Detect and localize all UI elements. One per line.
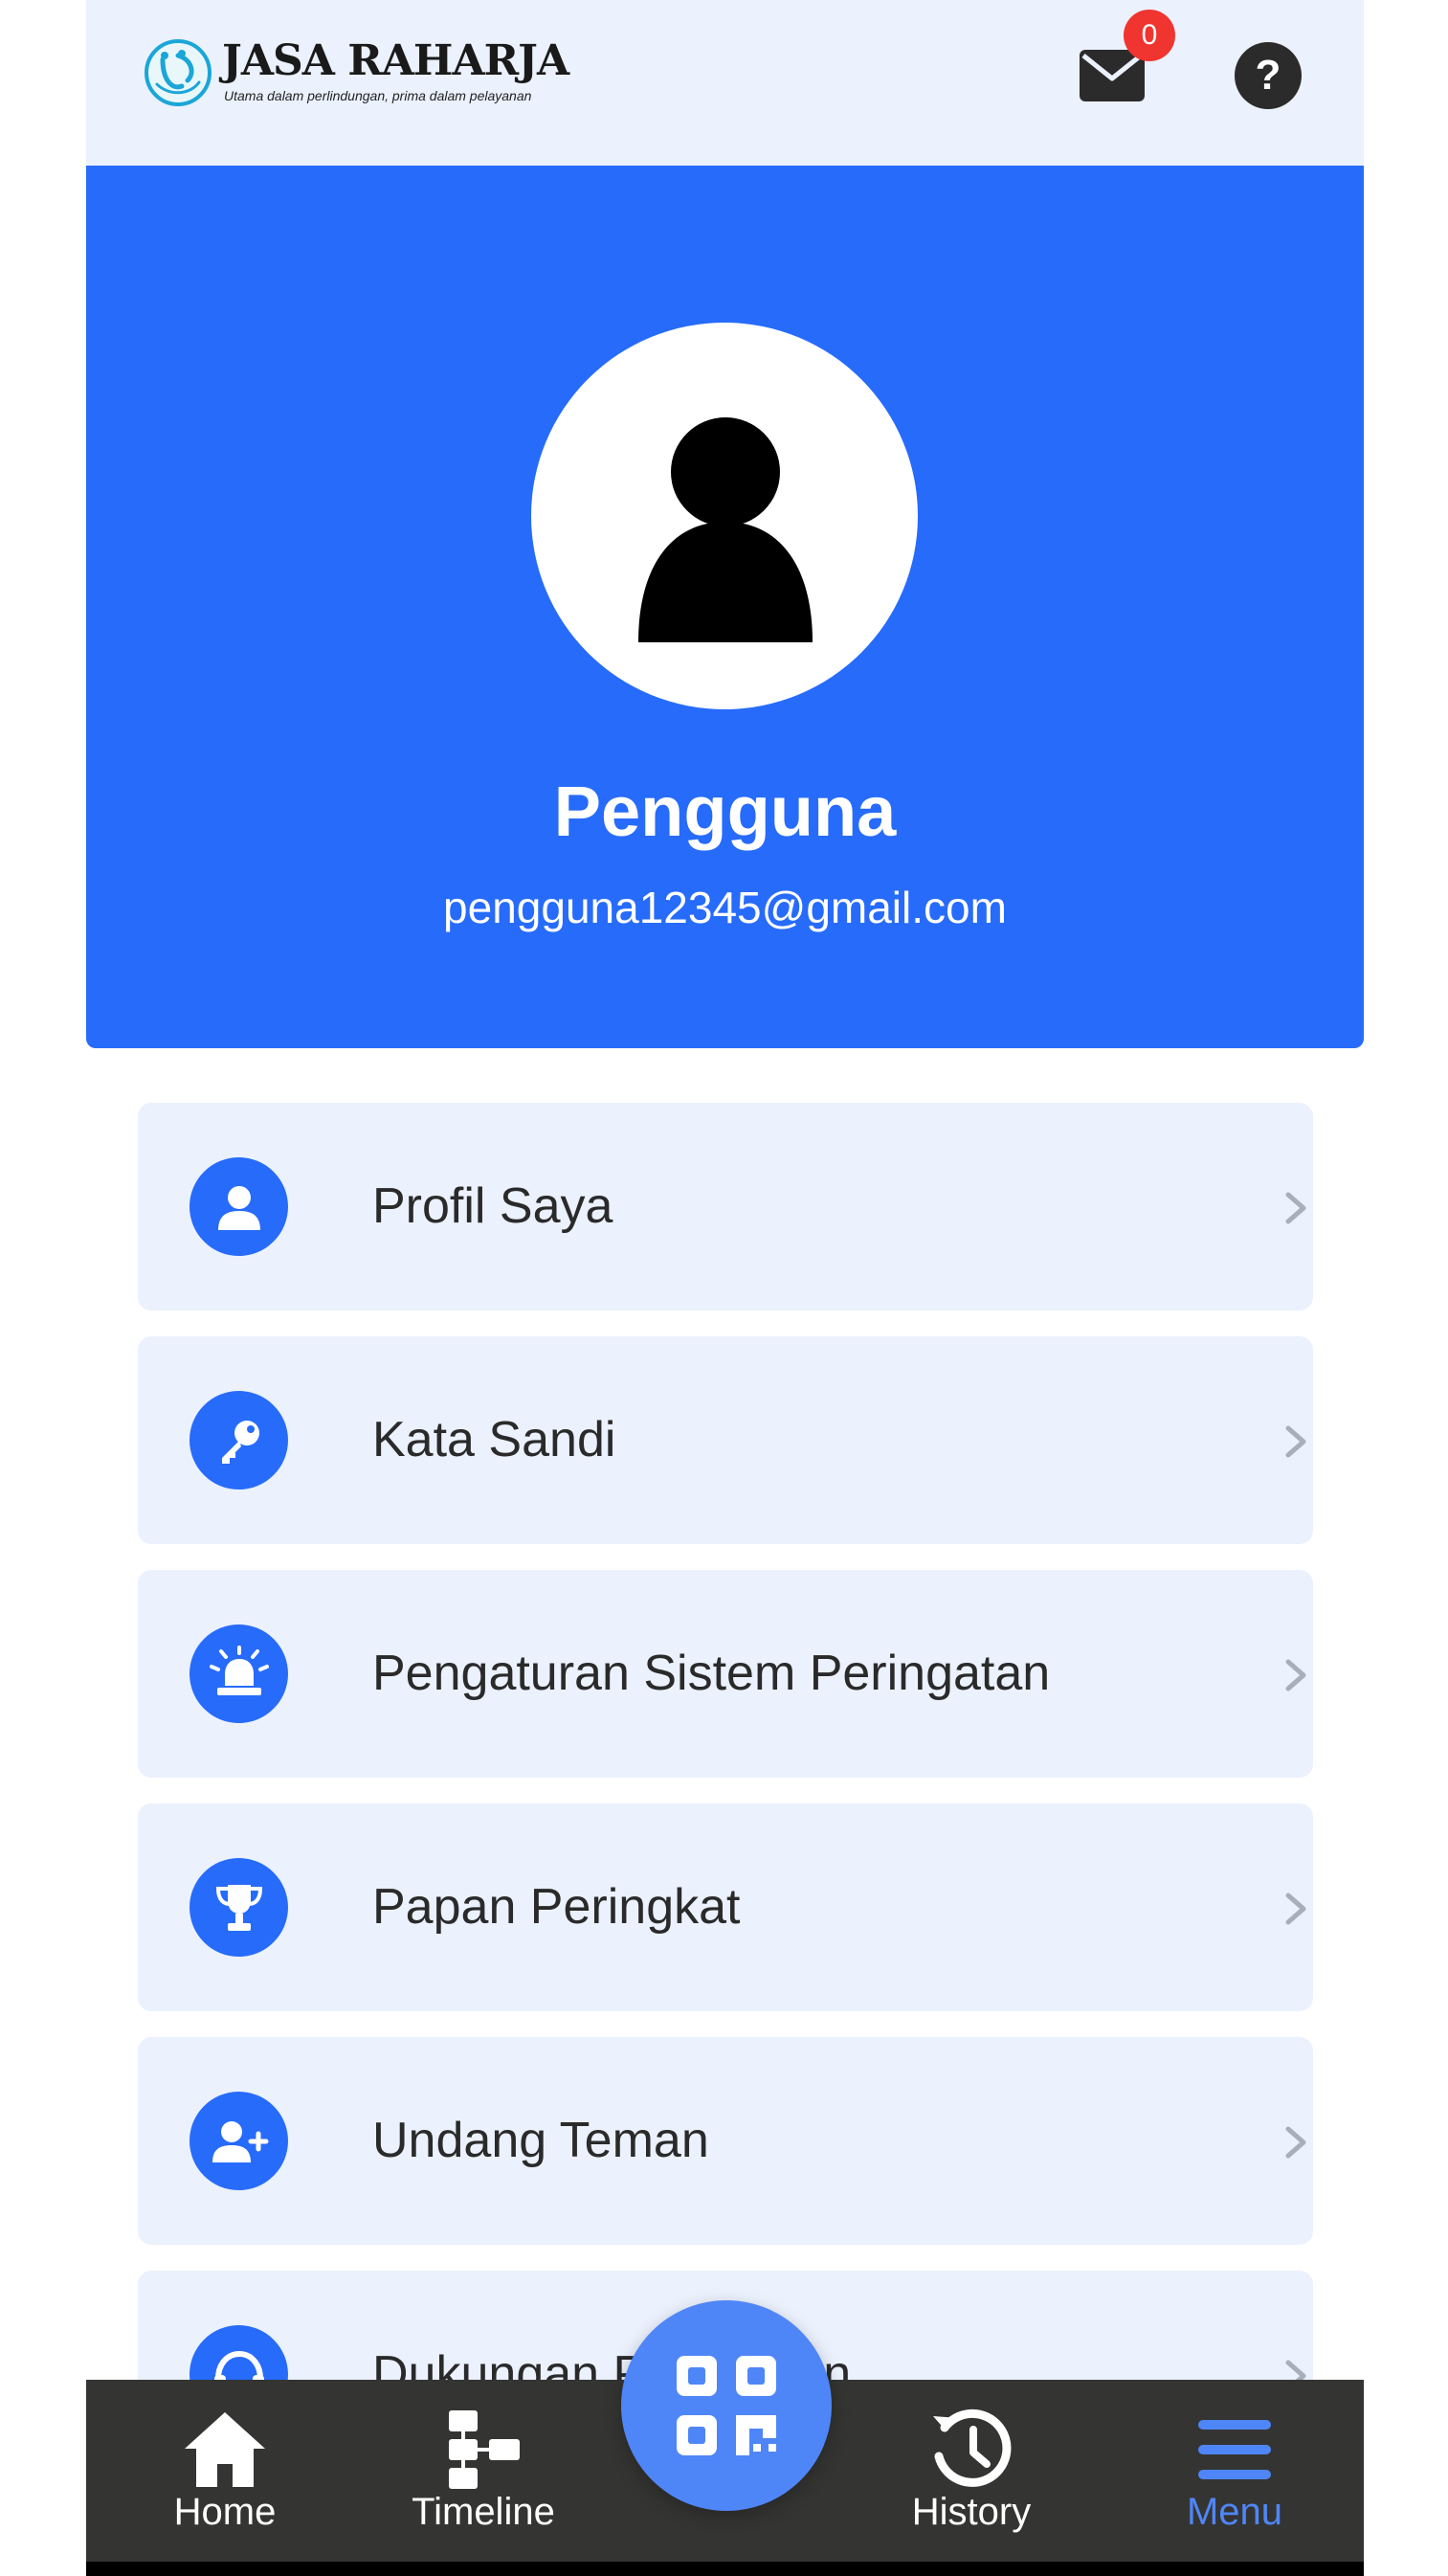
menu-item-label: Undang Teman bbox=[372, 2113, 709, 2168]
nav-label-menu: Menu bbox=[1186, 2491, 1283, 2533]
timeline-icon bbox=[449, 2410, 520, 2489]
user-name: Pengguna bbox=[553, 772, 897, 851]
hamburger-menu-icon bbox=[1198, 2420, 1271, 2479]
profile-banner: Pengguna pengguna12345@gmail.com bbox=[86, 166, 1364, 1048]
nav-history[interactable]: History bbox=[890, 2380, 1053, 2562]
nav-label-timeline: Timeline bbox=[412, 2491, 555, 2533]
nav-menu[interactable]: Menu bbox=[1153, 2380, 1316, 2562]
jasa-raharja-logo: JASA RAHARJA Utama dalam perlindungan, p… bbox=[144, 36, 569, 113]
menu-item-pengaturan-sistem-peringatan[interactable]: Pengaturan Sistem Peringatan bbox=[138, 1570, 1313, 1778]
app-screen: JASA RAHARJA Utama dalam perlindungan, p… bbox=[86, 0, 1364, 2576]
user-email: pengguna12345@gmail.com bbox=[443, 883, 1007, 932]
home-icon bbox=[185, 2412, 265, 2487]
mail-count-badge: 0 bbox=[1124, 10, 1175, 61]
menu-item-label: Kata Sandi bbox=[372, 1412, 616, 1467]
menu-item-papan-peringkat[interactable]: Papan Peringkat bbox=[138, 1803, 1313, 2011]
chevron-right-icon bbox=[1285, 1659, 1306, 1691]
key-icon bbox=[189, 1391, 288, 1490]
menu-item-kata-sandi[interactable]: Kata Sandi bbox=[138, 1336, 1313, 1544]
logo-mark-icon bbox=[145, 39, 212, 106]
history-icon bbox=[933, 2408, 1012, 2487]
chevron-right-icon bbox=[1285, 1893, 1306, 1925]
menu-item-undang-teman[interactable]: Undang Teman bbox=[138, 2037, 1313, 2245]
siren-icon bbox=[189, 1624, 288, 1723]
add-user-icon bbox=[189, 2092, 288, 2190]
nav-label-history: History bbox=[911, 2491, 1032, 2533]
help-button[interactable]: ? bbox=[1235, 42, 1302, 109]
chevron-right-icon bbox=[1285, 1192, 1306, 1224]
user-silhouette-icon bbox=[638, 417, 813, 642]
menu-item-label: Pengaturan Sistem Peringatan bbox=[372, 1646, 1051, 1701]
avatar[interactable] bbox=[531, 323, 918, 709]
nav-label-home: Home bbox=[173, 2491, 277, 2533]
chevron-right-icon bbox=[1285, 2126, 1306, 2159]
menu-item-label: Profil Saya bbox=[372, 1178, 613, 1234]
nav-home[interactable]: Home bbox=[144, 2380, 306, 2562]
logo-tagline: Utama dalam perlindungan, prima dalam pe… bbox=[224, 88, 532, 103]
system-nav-strip bbox=[86, 2562, 1364, 2576]
top-bar: JASA RAHARJA Utama dalam perlindungan, p… bbox=[86, 0, 1364, 166]
chevron-right-icon bbox=[1285, 1425, 1306, 1458]
logo-title: JASA RAHARJA bbox=[222, 36, 569, 85]
user-icon bbox=[189, 1157, 288, 1256]
trophy-icon bbox=[189, 1858, 288, 1957]
menu-item-profil-saya[interactable]: Profil Saya bbox=[138, 1103, 1313, 1310]
menu-item-label: Papan Peringkat bbox=[372, 1879, 741, 1935]
qr-code-icon bbox=[677, 2356, 776, 2455]
nav-timeline[interactable]: Timeline bbox=[402, 2380, 565, 2562]
qr-scan-button[interactable] bbox=[621, 2300, 832, 2511]
